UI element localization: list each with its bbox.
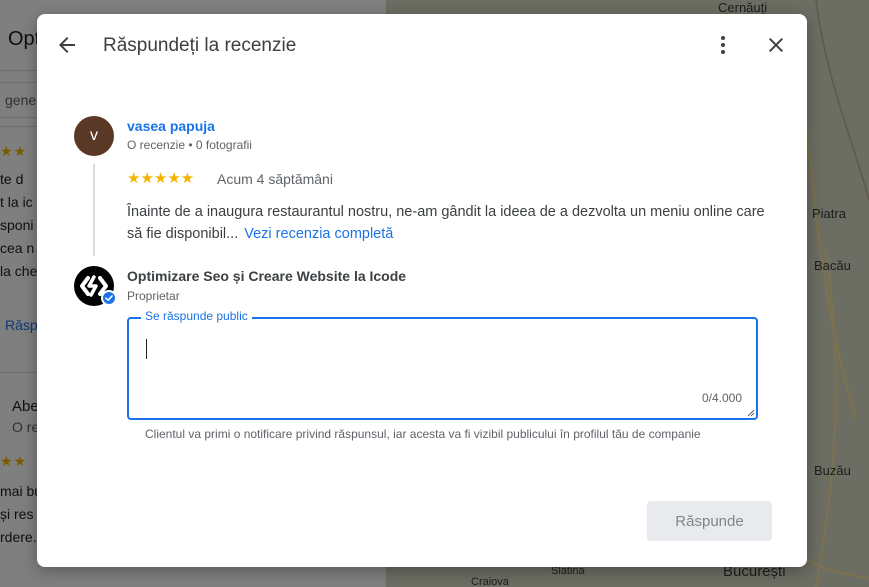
text-caret	[146, 339, 147, 359]
reply-input[interactable]	[141, 335, 741, 395]
rating-stars: ★★★★★	[127, 170, 195, 187]
review-date: Acum 4 săptămâni	[217, 171, 333, 187]
resize-handle-icon[interactable]	[747, 409, 755, 417]
thread-line	[93, 164, 95, 256]
close-button[interactable]	[756, 25, 796, 65]
reply-dialog: Răspundeți la recenzie v vasea papuja O …	[37, 14, 807, 567]
reviewer-avatar[interactable]: v	[74, 116, 114, 156]
close-icon	[769, 38, 783, 52]
review-body: Înainte de a inaugura restaurantul nostr…	[127, 204, 765, 242]
submit-reply-button[interactable]: Răspunde	[647, 501, 772, 541]
reviewer-name[interactable]: vasea papuja	[127, 118, 215, 134]
reply-field[interactable]: Se răspunde public 0/4.000	[127, 309, 758, 420]
dialog-title: Răspundeți la recenzie	[103, 35, 297, 56]
reply-field-label: Se răspunde public	[141, 309, 252, 323]
arrow-back-icon	[59, 37, 75, 53]
full-review-link[interactable]: Vezi recenzia completă	[244, 226, 393, 242]
reply-helper-text: Clientul va primi o notificare privind r…	[145, 427, 701, 441]
owner-role: Proprietar	[127, 289, 180, 303]
reviewer-meta: O recenzie • 0 fotografii	[127, 138, 252, 152]
back-button[interactable]	[47, 25, 87, 65]
more-options-button[interactable]	[703, 25, 743, 65]
verified-badge-icon	[101, 290, 117, 306]
owner-name: Optimizare Seo și Creare Website la Icod…	[127, 268, 407, 284]
more-vert-icon	[721, 36, 725, 54]
review-text: Înainte de a inaugura restaurantul nostr…	[127, 201, 767, 245]
char-counter: 0/4.000	[701, 391, 742, 405]
owner-avatar	[74, 266, 117, 306]
